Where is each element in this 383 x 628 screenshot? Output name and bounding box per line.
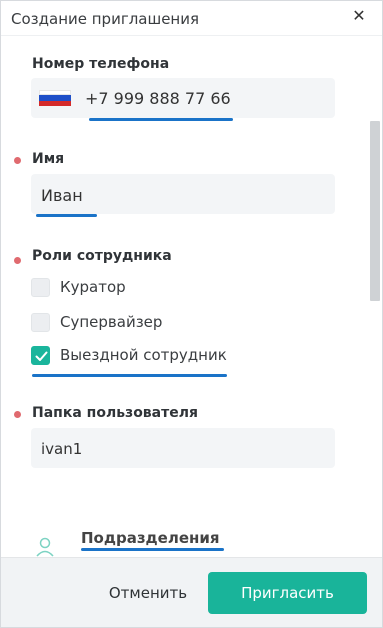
checkbox-checked[interactable] — [31, 346, 50, 365]
russia-flag-icon[interactable] — [39, 90, 71, 106]
folder-label: Папка пользователя — [32, 405, 198, 421]
scrollbar-thumb[interactable] — [370, 121, 380, 301]
checkbox[interactable] — [31, 278, 50, 297]
name-field[interactable]: Иван — [31, 174, 335, 214]
role-label: Куратор — [60, 278, 126, 296]
departments-underline — [81, 548, 224, 551]
close-icon[interactable]: ✕ — [349, 6, 369, 26]
name-label: Имя — [32, 151, 65, 167]
phone-field[interactable]: +7 999 888 77 66 — [31, 78, 335, 118]
title-divider — [1, 35, 382, 36]
role-label: Выездной сотрудник — [60, 346, 227, 364]
phone-label: Номер телефона — [32, 56, 170, 72]
checkbox[interactable] — [31, 313, 50, 332]
folder-field[interactable]: ivan1 — [31, 428, 335, 468]
cancel-button[interactable]: Отменить — [100, 580, 196, 606]
roles-underline — [32, 374, 227, 377]
users-icon — [34, 535, 56, 557]
phone-underline — [89, 118, 233, 121]
name-underline — [36, 214, 97, 217]
departments-label[interactable]: Подразделения — [81, 529, 220, 547]
invite-button[interactable]: Пригласить — [208, 572, 367, 614]
name-value: Иван — [41, 186, 83, 205]
invite-dialog: Создание приглашения ✕ Номер телефона +7… — [0, 0, 383, 628]
phone-value: +7 999 888 77 66 — [85, 89, 231, 108]
required-dot — [14, 257, 21, 264]
dialog-footer: Отменить Пригласить — [1, 557, 382, 627]
role-label: Супервайзер — [60, 313, 163, 331]
required-dot — [14, 411, 21, 418]
checkmark-icon — [35, 351, 48, 361]
required-dot — [14, 157, 21, 164]
roles-label: Роли сотрудника — [32, 248, 172, 264]
dialog-title: Создание приглашения — [11, 10, 200, 28]
folder-value: ivan1 — [41, 440, 83, 458]
